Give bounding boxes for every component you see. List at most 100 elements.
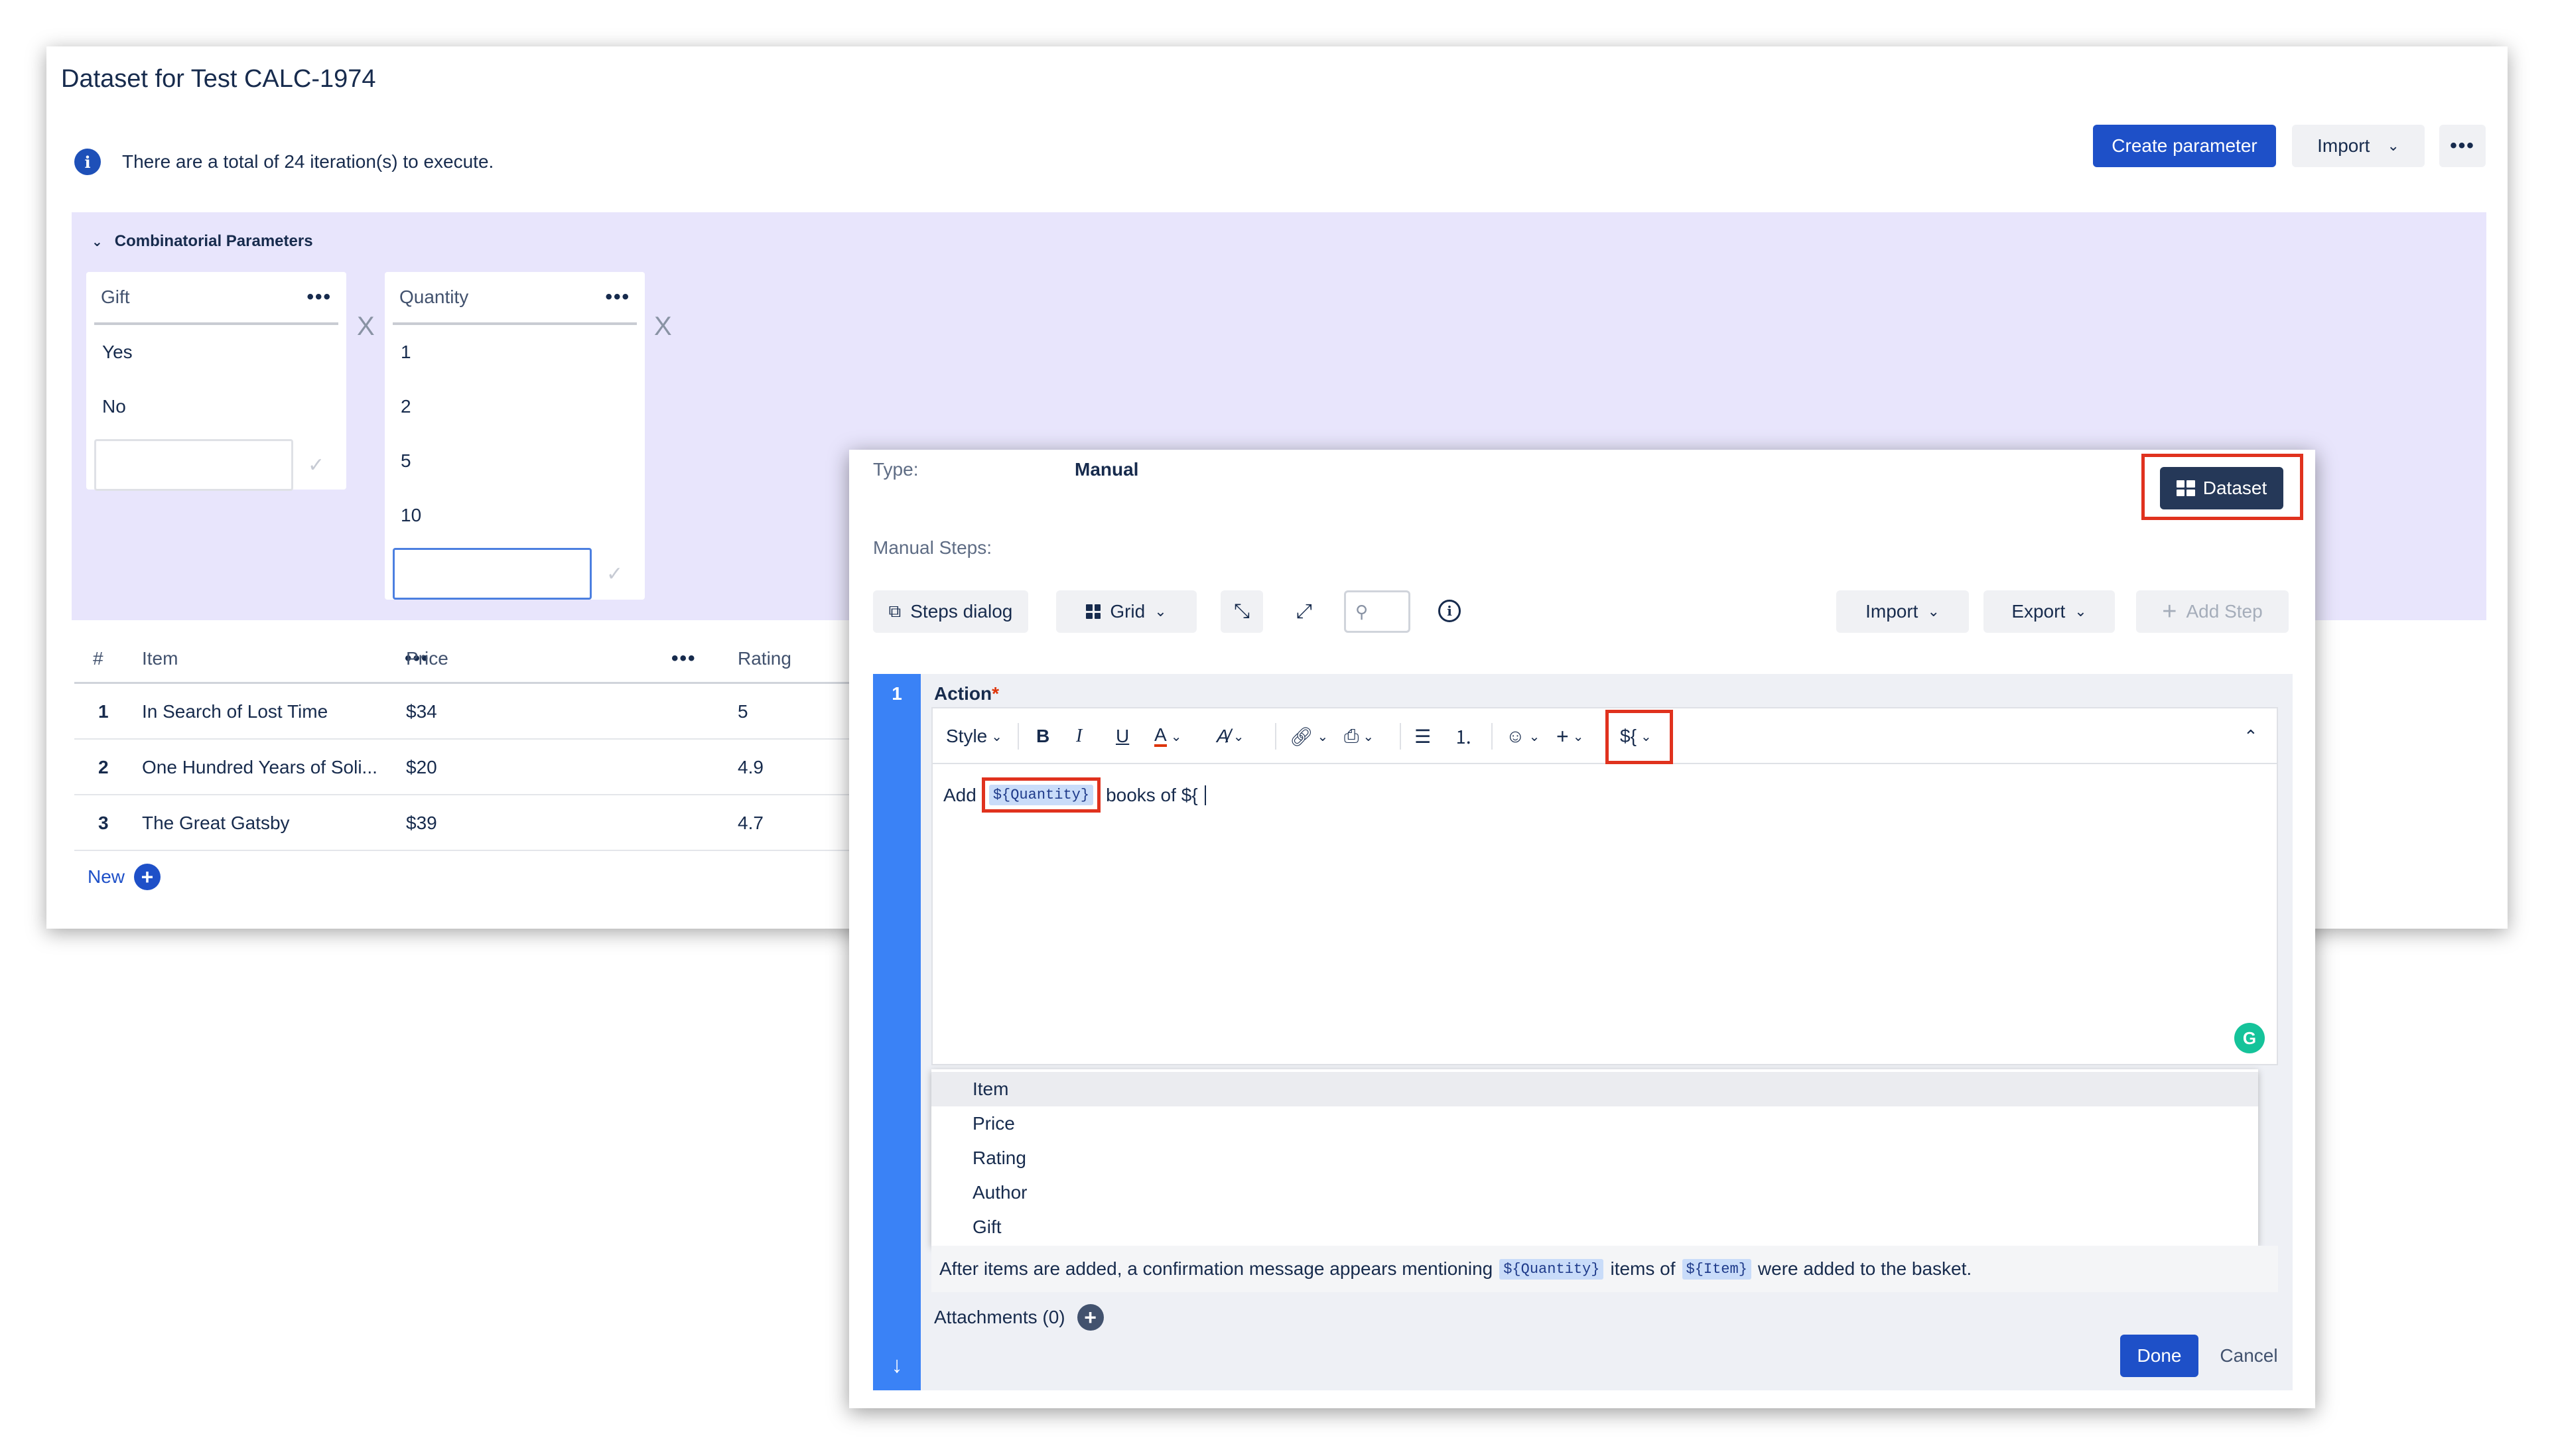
create-parameter-button[interactable]: Create parameter [2093, 125, 2276, 167]
table-row[interactable]: 2 One Hundred Years of Soli... $20 4.9 [74, 740, 890, 795]
cell-item[interactable]: The Great Gatsby [142, 795, 290, 851]
cancel-button[interactable]: Cancel [2209, 1335, 2289, 1377]
text-color-icon: A [1154, 726, 1167, 747]
check-icon[interactable]: ✓ [308, 454, 324, 477]
param-menu-button[interactable]: ••• [605, 286, 630, 308]
collapse-icon: ⤡ [1234, 600, 1250, 622]
column-menu-button[interactable]: ••• [671, 633, 697, 684]
bullet-list-button[interactable]: ☰ [1414, 720, 1431, 752]
external-link-icon: ⧉ [888, 601, 902, 621]
cell-item[interactable]: One Hundred Years of Soli... [142, 740, 377, 795]
action-text[interactable]: Add ${Quantity} books of $ { [943, 777, 1206, 813]
style-dropdown[interactable]: Style ⌄ [946, 720, 1002, 752]
emoji-dropdown[interactable]: ☺ ⌄ [1506, 720, 1540, 752]
more-actions-button[interactable]: ••• [2439, 125, 2486, 167]
check-icon[interactable]: ✓ [606, 563, 623, 586]
add-step-button[interactable]: + Add Step [2136, 590, 2289, 633]
link-icon: 🔗︎ [1290, 726, 1313, 747]
param-value[interactable]: 2 [385, 379, 645, 434]
chevron-down-icon: ⌄ [1317, 729, 1329, 744]
new-row-button[interactable]: New + [88, 864, 161, 890]
link-dropdown[interactable]: 🔗︎ ⌄ [1290, 720, 1328, 752]
text-color-dropdown[interactable]: A ⌄ [1154, 720, 1181, 752]
attachment-dropdown[interactable]: ⎙ ⌄ [1344, 720, 1374, 752]
steps-search-input[interactable]: ⚲ [1344, 590, 1410, 633]
grid-label: Grid [1110, 601, 1146, 622]
action-editor[interactable]: Style ⌄ B I U A ⌄ A̸ ⌄ 🔗︎ ⌄ ⎙ ⌄ ☰ ⒈ ☺ ⌄ … [931, 707, 2278, 1065]
variable-chip[interactable]: ${Quantity} [988, 785, 1094, 805]
toolbar-divider [1491, 723, 1493, 750]
steps-import-dropdown[interactable]: Import ⌄ [1836, 590, 1969, 633]
type-value: Manual [1075, 459, 1139, 480]
param-value[interactable]: 10 [385, 488, 645, 543]
param-name: Gift [101, 287, 130, 307]
column-header-num: # [93, 648, 103, 669]
dataset-button[interactable]: Dataset [2160, 467, 2283, 509]
table-row[interactable]: 1 In Search of Lost Time $34 5 [74, 684, 890, 740]
bold-button[interactable]: B [1036, 720, 1049, 752]
param-menu-button[interactable]: ••• [306, 286, 332, 308]
column-header-rating: Rating [738, 648, 791, 669]
cell-rating[interactable]: 4.7 [738, 795, 764, 851]
chevron-down-icon: ⌄ [1927, 603, 1940, 620]
param-value[interactable]: Yes [86, 325, 346, 379]
param-value[interactable]: 1 [385, 325, 645, 379]
expected-result[interactable]: After items are added, a confirmation me… [931, 1246, 2278, 1292]
info-icon[interactable]: i [1438, 600, 1461, 622]
chevron-down-icon: ⌄ [1528, 729, 1540, 744]
arrow-down-icon[interactable]: ↓ [873, 1353, 921, 1378]
param-value[interactable]: 5 [385, 434, 645, 488]
manual-steps-label: Manual Steps: [873, 537, 992, 558]
variable-chip: ${Quantity} [1499, 1258, 1604, 1280]
step-handle[interactable]: 1 ↓ [873, 674, 921, 1390]
toolbar-divider [1018, 723, 1019, 750]
steps-import-label: Import [1865, 601, 1918, 622]
column-header-item: Item [142, 648, 178, 669]
grid-view-dropdown[interactable]: Grid ⌄ [1056, 590, 1197, 633]
expand-all-button[interactable]: ⤢ [1283, 590, 1325, 633]
action-text-middle: books of $ [1106, 784, 1192, 805]
cell-price[interactable]: $20 [406, 740, 437, 795]
text-cursor [1204, 785, 1206, 805]
style-label: Style [946, 726, 988, 746]
cell-rating[interactable]: 4.9 [738, 740, 764, 795]
cell-price[interactable]: $34 [406, 684, 437, 740]
cell-item[interactable]: In Search of Lost Time [142, 684, 328, 740]
expected-text-1: After items are added, a confirmation me… [939, 1258, 1493, 1279]
editor-toolbar: Style ⌄ B I U A ⌄ A̸ ⌄ 🔗︎ ⌄ ⎙ ⌄ ☰ ⒈ ☺ ⌄ … [933, 708, 2277, 764]
suggestion-item[interactable]: Rating [931, 1141, 2258, 1175]
combinatorial-toggle[interactable]: ⌄ Combinatorial Parameters [92, 232, 313, 251]
underline-button[interactable]: U [1116, 720, 1129, 752]
add-attachment-icon[interactable]: + [1077, 1304, 1104, 1331]
variable-chip-highlight: ${Quantity} [981, 777, 1101, 813]
param-new-value-input[interactable] [94, 439, 293, 491]
import-dropdown-button[interactable]: Import ⌄ [2292, 125, 2425, 167]
table-icon [2176, 480, 2195, 496]
param-value[interactable]: No [86, 379, 346, 434]
grammarly-icon[interactable]: G [2234, 1023, 2265, 1053]
column-header-price-wrap: Price [406, 633, 448, 684]
collapse-all-button[interactable]: ⤡ [1221, 590, 1263, 633]
italic-button[interactable]: I [1076, 720, 1082, 752]
table-header: # Item ••• Price ••• Rating [74, 633, 890, 684]
suggestion-item[interactable]: Author [931, 1175, 2258, 1210]
insert-dropdown[interactable]: + ⌄ [1556, 720, 1583, 752]
collapse-toolbar-button[interactable]: ⌃ [2244, 720, 2258, 752]
numbered-list-button[interactable]: ⒈ [1454, 720, 1473, 752]
cell-price[interactable]: $39 [406, 795, 437, 851]
cell-rating[interactable]: 5 [738, 684, 748, 740]
steps-dialog-button[interactable]: ⧉ Steps dialog [873, 590, 1028, 633]
table-row[interactable]: 3 The Great Gatsby $39 4.7 [74, 795, 890, 851]
param-new-value-input[interactable] [393, 548, 592, 600]
steps-export-dropdown[interactable]: Export ⌄ [1983, 590, 2115, 633]
param-card-gift: Gift ••• Yes No ✓ [86, 272, 346, 491]
suggestion-item[interactable]: Price [931, 1106, 2258, 1141]
variable-suggestions: Item Price Rating Author Gift [931, 1069, 2258, 1246]
done-button[interactable]: Done [2120, 1335, 2198, 1377]
attachments-label: Attachments (0) [934, 1307, 1065, 1327]
format-dropdown[interactable]: A̸ ⌄ [1217, 720, 1244, 752]
suggestion-item[interactable]: Gift [931, 1210, 2258, 1244]
suggestion-item[interactable]: Item [931, 1072, 2258, 1106]
chevron-down-icon: ⌄ [1233, 729, 1244, 744]
row-number: 2 [98, 757, 109, 777]
